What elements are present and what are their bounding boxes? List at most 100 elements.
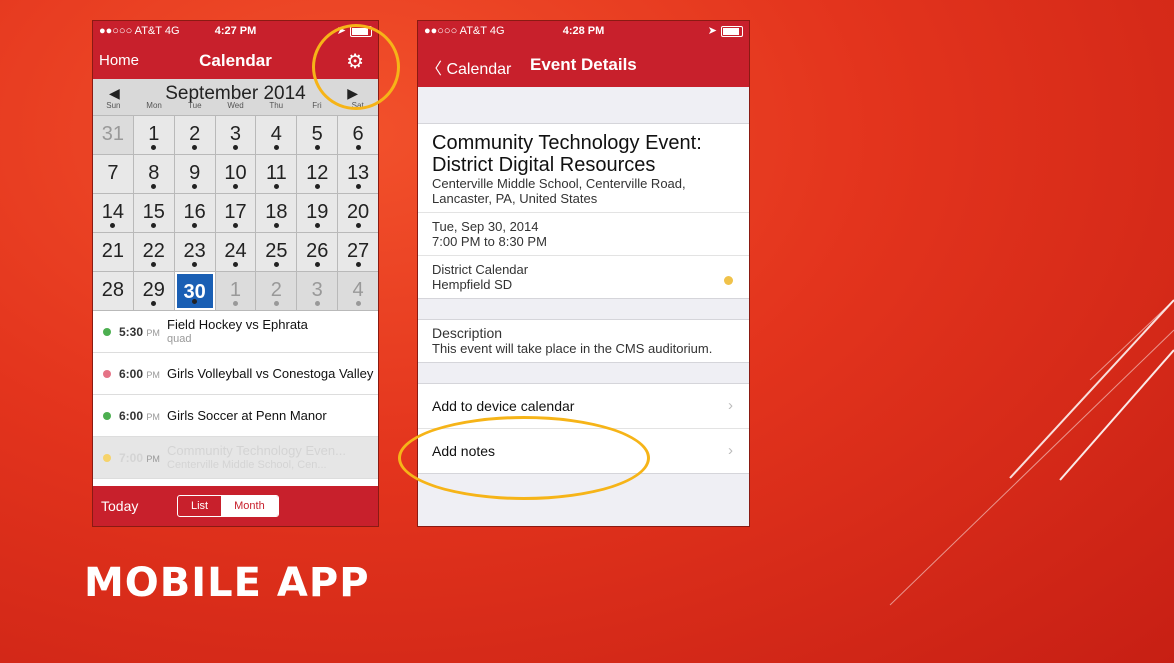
calendar-day[interactable]: 29 <box>133 272 174 310</box>
list-view-tab[interactable]: List <box>178 496 221 516</box>
event-indicator-dot <box>192 299 198 304</box>
calendar-day[interactable]: 18 <box>256 194 297 232</box>
event-indicator-dot <box>151 223 157 228</box>
day-number: 25 <box>265 240 288 262</box>
calendar-color-dot <box>724 276 733 285</box>
event-row[interactable]: 7:00 PM Community Technology Even... Cente… <box>93 437 378 479</box>
day-number: 26 <box>306 240 329 262</box>
calendar-day[interactable]: 12 <box>297 155 338 193</box>
calendar-day[interactable]: 4 <box>338 272 378 310</box>
event-color-dot <box>103 327 111 336</box>
day-number: 22 <box>142 240 165 262</box>
slide-title: MOBILE APP <box>84 560 370 606</box>
description-label: Description <box>432 325 503 341</box>
day-number: 18 <box>265 201 288 223</box>
event-time-ampm: PM <box>146 411 160 422</box>
calendar-day[interactable]: 2 <box>256 272 297 310</box>
calendar-day[interactable]: 1 <box>215 272 256 310</box>
chevron-right-icon: › <box>728 442 733 459</box>
calendar-day[interactable]: 11 <box>256 155 297 193</box>
day-number: 29 <box>142 279 165 301</box>
calendar-day[interactable]: 27 <box>338 233 378 271</box>
event-time: 6:00 PM <box>119 409 167 423</box>
day-number: 4 <box>352 279 364 301</box>
event-subtitle: Centerville Middle School, Cen... <box>167 458 327 471</box>
event-text: Girls Soccer at Penn Manor <box>167 407 327 423</box>
calendar-day[interactable]: 10 <box>215 155 256 193</box>
day-number: 16 <box>183 201 206 223</box>
calendar-day[interactable]: 17 <box>215 194 256 232</box>
calendar-day[interactable]: 8 <box>133 155 174 193</box>
day-number: 17 <box>224 201 247 223</box>
day-number: 3 <box>229 123 242 145</box>
weekday-label: Wed <box>227 101 244 110</box>
day-number: 24 <box>224 240 247 262</box>
back-button[interactable]: 〈 Calendar <box>426 55 511 79</box>
calendar-day[interactable]: 28 <box>93 272 133 310</box>
event-indicator-dot <box>192 184 198 189</box>
day-number: 31 <box>101 123 125 145</box>
event-time-value: 6:00 <box>119 408 144 423</box>
event-location: Centerville Middle School, Centerville R… <box>432 176 686 206</box>
event-indicator-dot <box>232 301 238 306</box>
calendar-day[interactable]: 13 <box>338 155 378 193</box>
today-button[interactable]: Today <box>101 498 138 514</box>
calendar-day[interactable]: 19 <box>297 194 338 232</box>
day-number: 11 <box>265 162 287 184</box>
calendar-day[interactable]: 30 <box>174 272 215 310</box>
calendar-day[interactable]: 14 <box>93 194 133 232</box>
event-indicator-dot <box>232 184 238 189</box>
calendar-day[interactable]: 7 <box>93 155 133 193</box>
event-indicator-dot <box>355 262 361 267</box>
event-row[interactable]: 6:00 PM Girls Soccer at Penn Manor <box>93 395 378 437</box>
event-text: Community Technology Even... Centerville … <box>167 443 346 472</box>
calendar-day[interactable]: 9 <box>174 155 215 193</box>
calendar-day[interactable]: 23 <box>174 233 215 271</box>
month-view-tab[interactable]: Month <box>221 496 278 516</box>
event-row[interactable]: 5:30 PM Field Hockey vs Ephrata quad <box>93 311 378 353</box>
event-time: 6:00 PM <box>119 367 167 381</box>
event-time: 7:00 PM <box>119 451 167 465</box>
day-number: 9 <box>189 162 201 184</box>
calendar-day[interactable]: 5 <box>297 116 338 154</box>
calendar-day[interactable]: 26 <box>297 233 338 271</box>
event-time-value: 5:30 <box>119 324 144 339</box>
event-indicator-dot <box>314 145 320 150</box>
description-card: Description This event will take place i… <box>418 319 749 363</box>
calendar-day[interactable]: 21 <box>93 233 133 271</box>
event-title: Field Hockey vs Ephrata <box>167 316 308 332</box>
calendar-day[interactable]: 25 <box>256 233 297 271</box>
event-title: Girls Volleyball vs Conestoga Valley <box>167 365 374 381</box>
calendar-day[interactable]: 6 <box>338 116 378 154</box>
event-title: Girls Soccer at Penn Manor <box>167 407 327 423</box>
calendar-day[interactable]: 24 <box>215 233 256 271</box>
event-indicator-dot <box>273 301 279 306</box>
calendar-day[interactable]: 20 <box>338 194 378 232</box>
day-number: 7 <box>107 162 119 184</box>
calendar-day[interactable]: 16 <box>174 194 215 232</box>
calendar-day[interactable]: 15 <box>133 194 174 232</box>
calendar-day[interactable]: 1 <box>133 116 174 154</box>
day-number: 14 <box>101 201 125 223</box>
calendar-day[interactable]: 22 <box>133 233 174 271</box>
calendar-day[interactable]: 2 <box>174 116 215 154</box>
day-number: 19 <box>306 201 329 223</box>
event-indicator-dot <box>110 223 116 228</box>
event-title: Community Technology Event: District Dig… <box>432 132 702 176</box>
event-indicator-dot <box>314 301 320 306</box>
event-row[interactable]: 6:00 PM Girls Volleyball vs Conestoga Val… <box>93 353 378 395</box>
day-number: 6 <box>352 123 364 145</box>
event-indicator-dot <box>192 223 198 228</box>
calendar-day[interactable]: 4 <box>256 116 297 154</box>
day-number: 12 <box>306 162 329 184</box>
event-indicator-dot <box>151 184 157 189</box>
calendar-day[interactable]: 3 <box>297 272 338 310</box>
event-time: 7:00 PM to 8:30 PM <box>432 234 547 249</box>
day-number: 4 <box>270 123 282 145</box>
event-indicator-dot <box>355 184 361 189</box>
calendar-day[interactable]: 3 <box>215 116 256 154</box>
calendar-day[interactable]: 31 <box>93 116 133 154</box>
